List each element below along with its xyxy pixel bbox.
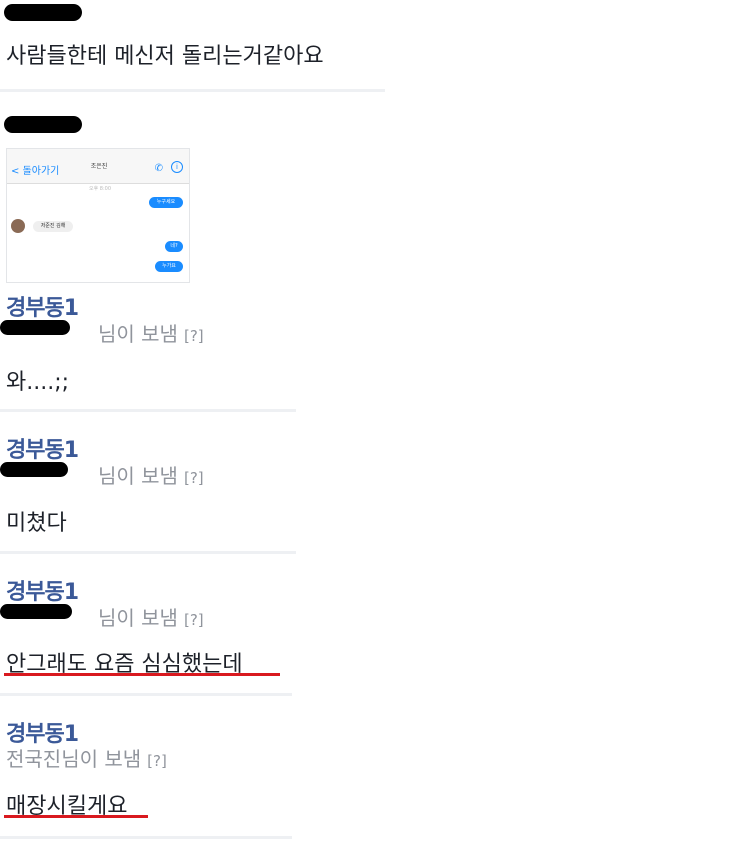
thumbnail-nav: < 돌아가기 조은진 ✆ i bbox=[7, 155, 189, 184]
sender-text: 님이 보냄 bbox=[98, 464, 178, 488]
message-bubble: 네? bbox=[165, 241, 183, 252]
info-icon: i bbox=[171, 161, 183, 173]
divider bbox=[0, 551, 296, 554]
message-text: 사람들한테 메신저 돌리는거같아요 bbox=[6, 44, 324, 69]
back-link: < 돌아가기 bbox=[11, 166, 60, 177]
red-underline bbox=[4, 815, 148, 818]
thumbnail-time: 오후 8:00 bbox=[89, 186, 112, 192]
redacted-name bbox=[0, 462, 68, 477]
message-bubble: 저준진 김해 bbox=[33, 221, 73, 232]
sender-text: 전국진님이 보냄 bbox=[6, 747, 142, 771]
message-bubble: 누가요 bbox=[155, 261, 183, 272]
redacted-name bbox=[4, 116, 82, 133]
message-text: 와....;; bbox=[6, 370, 70, 395]
thumbnail-title: 조은진 bbox=[90, 163, 108, 170]
redacted-name bbox=[0, 604, 72, 619]
help-link[interactable]: [?] bbox=[147, 752, 167, 770]
sender-text: 님이 보냄 bbox=[98, 322, 178, 346]
divider bbox=[0, 693, 292, 696]
divider bbox=[0, 409, 296, 412]
sender-text: 님이 보냄 bbox=[98, 606, 178, 630]
redacted-name bbox=[4, 4, 82, 21]
avatar bbox=[11, 219, 25, 233]
message-bubble: 누구세요 bbox=[149, 197, 183, 208]
redacted-name bbox=[0, 320, 70, 335]
help-link[interactable]: [?] bbox=[184, 327, 204, 345]
screenshot-thumbnail[interactable]: < 돌아가기 조은진 ✆ i 오후 8:00 누구세요 저준진 김해 네? 누가… bbox=[6, 148, 190, 283]
sender-line: 전국진님이 보냄 [?] bbox=[6, 743, 167, 772]
phone-icon: ✆ bbox=[154, 163, 163, 174]
red-underline bbox=[4, 673, 280, 676]
help-link[interactable]: [?] bbox=[184, 469, 204, 487]
divider bbox=[0, 89, 385, 92]
help-link[interactable]: [?] bbox=[184, 611, 204, 629]
divider bbox=[0, 836, 292, 839]
message-text: 미쳤다 bbox=[6, 511, 67, 536]
